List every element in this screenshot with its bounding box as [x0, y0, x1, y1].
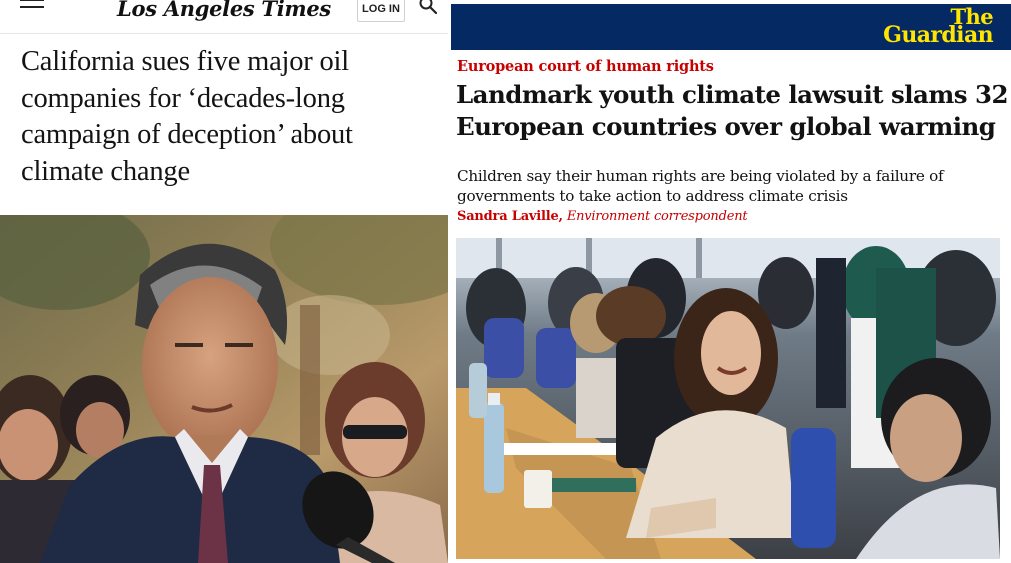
byline-author-link[interactable]: Sandra Laville,: [457, 209, 563, 224]
latimes-header: Los Angeles Times LOG IN: [0, 0, 448, 34]
article-headline: Landmark youth climate lawsuit slams 32 …: [456, 80, 1009, 141]
guardian-panel: The Guardian European court of human rig…: [451, 0, 1011, 563]
guardian-logo-line2: Guardian: [883, 22, 993, 48]
latimes-panel: Los Angeles Times LOG IN California sues…: [0, 0, 448, 563]
byline-role: Environment correspondent: [566, 209, 748, 224]
section-label[interactable]: European court of human rights: [457, 58, 714, 75]
article-standfirst: Children say their human rights are bein…: [457, 167, 944, 205]
guardian-logo[interactable]: The Guardian: [883, 6, 993, 48]
article-photo-press-conference: [0, 215, 448, 563]
byline: Sandra Laville, Environment corresponden…: [457, 209, 748, 224]
article-headline: California sues five major oil companies…: [21, 46, 353, 187]
login-button[interactable]: LOG IN: [357, 0, 405, 22]
search-icon[interactable]: [419, 0, 437, 18]
guardian-masthead: The Guardian: [451, 4, 1011, 50]
article-photo-courtroom: [456, 238, 1000, 559]
